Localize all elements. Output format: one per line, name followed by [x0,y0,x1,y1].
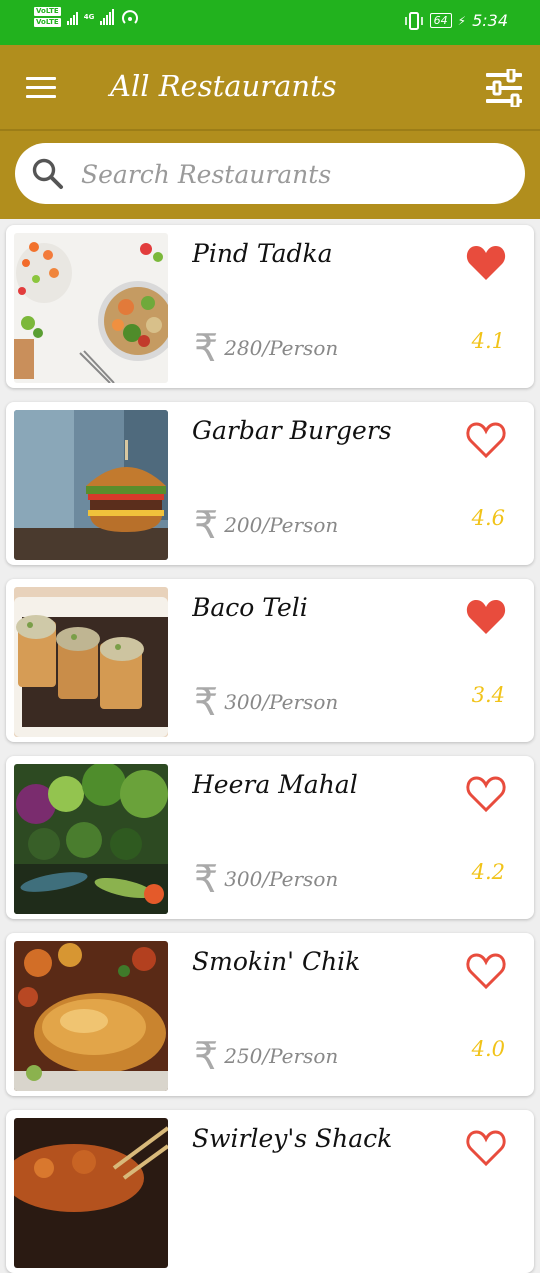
restaurant-name: Heera Mahal [192,770,358,799]
price-per-person: 300/Person [224,690,339,714]
price-row: ₹ 250/Person [194,1037,338,1075]
search-icon [32,158,63,189]
hamburger-menu-icon[interactable] [26,77,58,99]
status-left: VoLTE VoLTE 4G [34,7,140,27]
restaurant-card[interactable]: Swirley's Shack [6,1110,534,1273]
restaurant-image [14,587,168,737]
restaurant-name: Baco Teli [192,593,308,622]
restaurant-card[interactable]: Baco Teli ₹ 300/Person 3.4 [6,579,534,742]
restaurant-image [14,764,168,914]
restaurant-card[interactable]: Smokin' Chik ₹ 250/Person 4.0 [6,933,534,1096]
rating: 4.2 [471,860,505,884]
restaurant-name: Pind Tadka [192,239,333,268]
restaurant-card[interactable]: Pind Tadka ₹ 280/Person 4.1 [6,225,534,388]
rating: 4.1 [471,329,505,353]
rating: 3.4 [471,683,505,707]
restaurant-image [14,233,168,383]
signal-bars-icon [66,9,78,25]
vibrate-icon [404,11,423,30]
restaurant-image [14,941,168,1091]
price-per-person: 300/Person [224,867,339,891]
charging-icon: ⚡ [457,13,467,28]
status-bar: VoLTE VoLTE 4G 64 ⚡ 5:34 [0,0,540,45]
restaurant-card[interactable]: Heera Mahal ₹ 300/Person 4.2 [6,756,534,919]
rupee-icon: ₹ [194,326,219,370]
signal-bars-2-icon [100,9,115,25]
rating: 4.6 [471,506,505,530]
search-bar[interactable] [15,143,525,204]
price-row: ₹ 200/Person [194,506,338,544]
clock: 5:34 [472,11,508,30]
filter-sliders-icon[interactable] [484,67,524,109]
heart-filled-icon[interactable] [465,243,507,283]
price-per-person: 280/Person [224,336,339,360]
toolbar: All Restaurants [0,45,540,131]
volte-label-1: VoLTE [34,7,61,16]
heart-filled-icon[interactable] [465,597,507,637]
restaurant-card[interactable]: Garbar Burgers ₹ 200/Person 4.6 [6,402,534,565]
status-right: 64 ⚡ 5:34 [404,11,508,30]
heart-outline-icon[interactable] [465,774,507,814]
search-input[interactable] [79,151,503,197]
restaurant-name: Smokin' Chik [192,947,361,976]
rupee-icon: ₹ [194,680,219,724]
price-per-person: 200/Person [224,513,339,537]
price-row: ₹ 300/Person [194,860,338,898]
page-title: All Restaurants [110,69,337,103]
battery-level: 64 [429,13,452,28]
volte-label-2: VoLTE [34,18,61,27]
restaurant-image [14,410,168,560]
hotspot-icon [122,10,139,24]
price-row: ₹ 300/Person [194,683,338,721]
heart-outline-icon[interactable] [465,420,507,460]
restaurant-name: Garbar Burgers [192,416,392,445]
rupee-icon: ₹ [194,857,219,901]
heart-outline-icon[interactable] [465,1128,507,1168]
restaurant-name: Swirley's Shack [192,1124,393,1153]
app-bar: All Restaurants [0,45,540,219]
rating: 4.0 [471,1037,505,1061]
rupee-icon: ₹ [194,1034,219,1078]
restaurant-image [14,1118,168,1268]
volte-indicator: VoLTE VoLTE [34,7,61,27]
rupee-icon: ₹ [194,503,219,547]
heart-outline-icon[interactable] [465,951,507,991]
network-type: 4G [83,12,95,21]
price-row: ₹ 280/Person [194,329,338,367]
price-per-person: 250/Person [224,1044,339,1068]
